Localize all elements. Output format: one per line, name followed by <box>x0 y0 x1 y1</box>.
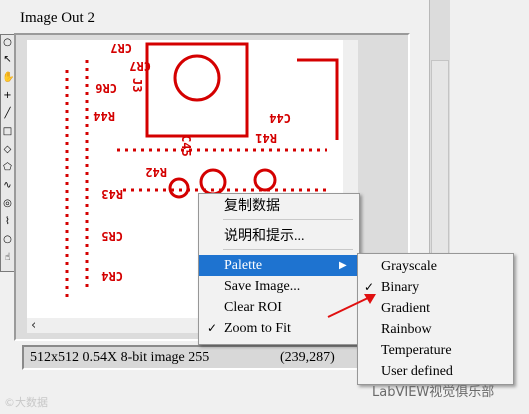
pcb-label: CR6 <box>95 81 117 95</box>
menu-separator <box>223 249 353 250</box>
menu-item-label: 说明和提示... <box>224 229 305 244</box>
broken-line-icon[interactable]: ⌇ <box>2 216 13 227</box>
pcb-label: C44 <box>269 111 291 125</box>
watermark-right: LabVIEW视觉俱乐部 <box>372 385 495 400</box>
menu-separator <box>223 219 353 220</box>
menu-item-label: Clear ROI <box>224 300 282 315</box>
pcb-label: CR7 <box>110 41 132 55</box>
pcb-trace <box>297 58 339 140</box>
menu-item-copy-data[interactable]: 复制数据 <box>199 196 359 217</box>
palette-item-label: Temperature <box>381 343 452 358</box>
palette-submenu: Grayscale ✓ Binary Gradient Rainbow Temp… <box>357 253 514 385</box>
pointer-icon[interactable]: ↖ <box>2 54 13 65</box>
pcb-label: R44 <box>93 109 115 123</box>
pcb-connector-outline <box>145 42 249 138</box>
menu-item-label: Palette <box>224 258 263 273</box>
submenu-arrow-icon: ▶ <box>339 260 347 271</box>
pcb-pad-round <box>253 168 277 192</box>
annulus-icon[interactable]: ◎ <box>2 198 13 209</box>
menu-item-palette[interactable]: Palette ▶ <box>199 255 359 276</box>
palette-item-binary[interactable]: ✓ Binary <box>358 277 513 298</box>
zoom-icon[interactable]: ○ <box>2 234 13 245</box>
menu-item-label: Save Image... <box>224 279 301 294</box>
palette-item-user-defined[interactable]: User defined <box>358 361 513 382</box>
scroll-left-arrow-icon[interactable]: ‹ <box>31 318 36 333</box>
pcb-pad-large <box>173 54 221 102</box>
pcb-label: R42 <box>145 165 167 179</box>
line-icon[interactable]: ╱ <box>2 108 13 119</box>
checkmark-icon: ✓ <box>207 321 218 335</box>
rectangle-icon[interactable]: □ <box>2 126 13 137</box>
pcb-label: J3 <box>130 78 144 92</box>
pixel-coordinates: (239,287) <box>280 350 335 365</box>
annotation-arrow-icon <box>327 294 376 318</box>
crosshair-icon[interactable]: + <box>2 90 13 101</box>
pcb-label: CR7 <box>129 59 151 73</box>
pcb-label: R43 <box>101 187 123 201</box>
palette-item-gradient[interactable]: Gradient <box>358 298 513 319</box>
rotated-rect-icon[interactable]: ◇ <box>2 144 13 155</box>
pcb-pad-round <box>168 177 190 199</box>
freehand-icon[interactable]: ∿ <box>2 180 13 191</box>
menu-item-label: Zoom to Fit <box>224 321 291 336</box>
pcb-label: R41 <box>255 131 277 145</box>
window-title: Image Out 2 <box>20 10 95 26</box>
palette-item-label: Grayscale <box>381 259 437 274</box>
palette-item-grayscale[interactable]: Grayscale <box>358 256 513 277</box>
pcb-label: CR5 <box>101 229 123 243</box>
hand-icon[interactable]: ✋ <box>2 72 14 83</box>
palette-item-label: Rainbow <box>381 322 432 337</box>
menu-item-label: 复制数据 <box>224 199 280 214</box>
palette-item-rainbow[interactable]: Rainbow <box>358 319 513 340</box>
watermark-left: ©大数据 <box>4 396 48 409</box>
menu-item-description-tip[interactable]: 说明和提示... <box>199 226 359 247</box>
oval-tool-icon[interactable]: ○ <box>2 37 13 48</box>
pan-icon[interactable]: ☝ <box>2 252 13 263</box>
palette-item-temperature[interactable]: Temperature <box>358 340 513 361</box>
polygon-icon[interactable]: ⬠ <box>2 162 13 173</box>
palette-item-label: Binary <box>381 280 420 295</box>
pcb-label: CR4 <box>101 269 123 283</box>
palette-item-label: User defined <box>381 364 453 379</box>
image-info-text: 512x512 0.54X 8-bit image 255 <box>30 350 210 365</box>
pcb-label: C45 <box>179 135 193 157</box>
palette-item-label: Gradient <box>381 301 430 316</box>
